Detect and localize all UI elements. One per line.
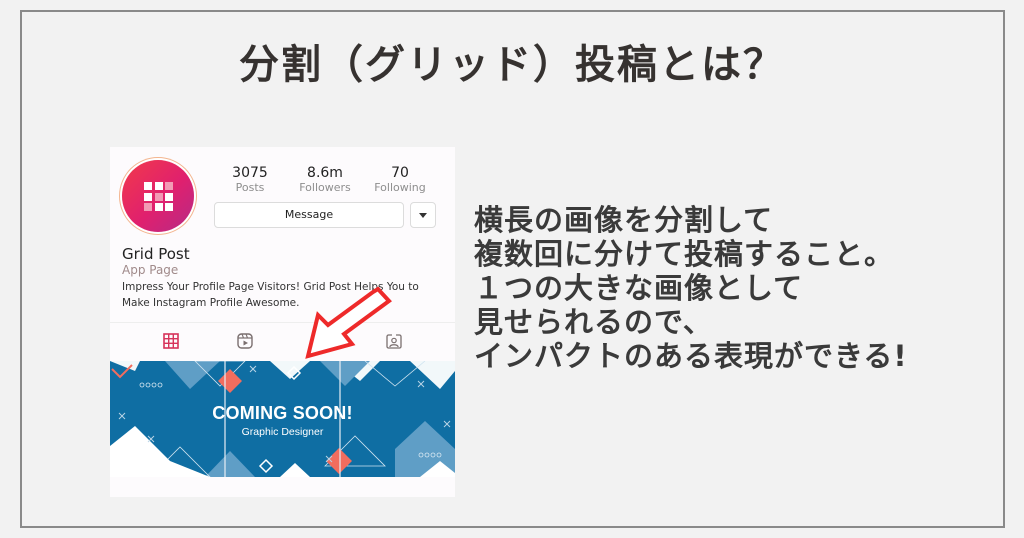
tab-tagged[interactable] <box>385 332 403 350</box>
description: 横長の画像を分割して 複数回に分けて投稿すること。 １つの大きな画像として 見せ… <box>474 203 908 373</box>
tabs-divider <box>110 322 455 323</box>
stat-label: Following <box>374 181 426 194</box>
stat-following[interactable]: 70 Following <box>365 165 435 194</box>
profile-category: App Page <box>122 263 179 277</box>
description-line: 複数回に分けて投稿すること。 <box>474 237 895 271</box>
stat-value: 70 <box>391 165 409 181</box>
stat-followers[interactable]: 8.6m Followers <box>290 165 360 194</box>
grid-icon <box>163 333 179 349</box>
stat-value: 3075 <box>232 165 268 181</box>
stat-label: Followers <box>299 181 351 194</box>
description-line: インパクトのある表現ができる! <box>474 339 908 373</box>
stat-value: 8.6m <box>307 165 343 181</box>
message-button[interactable]: Message <box>214 202 404 228</box>
page-title: 分割（グリッド）投稿とは？ <box>239 42 785 88</box>
profile-stats: 3075 Posts 8.6m Followers 70 Following <box>215 165 435 194</box>
banner-title: COMING SOON! <box>212 403 353 423</box>
grid-banner-image[interactable]: COMING SOON! Graphic Designer <box>110 361 455 477</box>
profile-bio: Impress Your Profile Page Visitors! Grid… <box>122 281 419 309</box>
description-line: １つの大きな画像として <box>474 271 804 305</box>
description-line: 見せられるので、 <box>474 305 713 339</box>
description-line: 横長の画像を分割して <box>474 203 774 237</box>
reels-icon <box>237 333 253 349</box>
tagged-icon <box>386 334 402 349</box>
grid-app-logo-icon <box>144 182 173 211</box>
banner-subtitle: Graphic Designer <box>241 426 324 438</box>
stat-label: Posts <box>235 181 265 194</box>
profile-name: Grid Post <box>122 245 190 263</box>
stat-posts[interactable]: 3075 Posts <box>215 165 285 194</box>
caret-down-icon[interactable] <box>410 202 436 228</box>
avatar[interactable] <box>122 160 194 232</box>
tab-reels[interactable] <box>236 332 254 350</box>
instagram-profile-card: 3075 Posts 8.6m Followers 70 Following M… <box>110 147 455 497</box>
tab-grid[interactable] <box>162 332 180 350</box>
